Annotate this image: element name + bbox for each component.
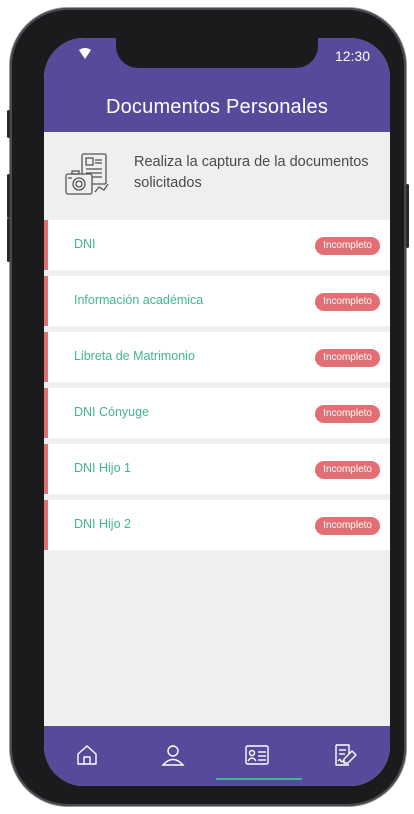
document-row-child2-dni[interactable]: DNI Hijo 2 Incompleto xyxy=(44,500,390,550)
user-icon xyxy=(161,745,185,766)
intro-text: Realiza la captura de la documentos soli… xyxy=(134,154,369,191)
notch xyxy=(116,38,318,68)
document-row-dni[interactable]: DNI Incompleto xyxy=(44,220,390,270)
status-badge: Incompleto xyxy=(315,405,380,423)
document-row-spouse-dni[interactable]: DNI Cónyuge Incompleto xyxy=(44,388,390,438)
signature-document-icon xyxy=(335,744,357,766)
page-title: Documentos Personales xyxy=(105,96,329,118)
intro-banner: Realiza la captura de la documentos soli… xyxy=(44,132,390,220)
volume-up-button xyxy=(7,174,10,218)
bottom-tab-bar xyxy=(44,726,390,786)
tab-sign[interactable] xyxy=(332,742,360,770)
id-camera-icon xyxy=(65,153,109,195)
mute-switch xyxy=(7,110,10,138)
tab-documents[interactable] xyxy=(244,742,272,770)
power-button xyxy=(406,184,409,248)
tab-profile[interactable] xyxy=(160,742,188,770)
status-badge: Incompleto xyxy=(315,517,380,535)
status-badge: Incompleto xyxy=(315,237,380,255)
document-label: DNI Hijo 2 xyxy=(74,517,131,531)
status-badge: Incompleto xyxy=(315,461,380,479)
document-label: DNI xyxy=(74,237,96,251)
id-card-icon xyxy=(245,745,269,765)
volume-down-button xyxy=(7,218,10,262)
documents-list: DNI Incompleto Información académica Inc… xyxy=(44,220,390,556)
document-label: Información académica xyxy=(74,293,204,307)
document-row-academic-info[interactable]: Información académica Incompleto xyxy=(44,276,390,326)
home-icon xyxy=(77,745,97,765)
active-tab-indicator xyxy=(216,778,302,780)
document-row-child1-dni[interactable]: DNI Hijo 1 Incompleto xyxy=(44,444,390,494)
tab-home[interactable] xyxy=(74,742,102,770)
document-label: DNI Cónyuge xyxy=(74,405,150,419)
document-label: DNI Hijo 1 xyxy=(74,461,131,475)
wifi-icon xyxy=(79,48,91,59)
document-row-marriage-book[interactable]: Libreta de Matrimonio Incompleto xyxy=(44,332,390,382)
status-badge: Incompleto xyxy=(315,293,380,311)
status-badge: Incompleto xyxy=(315,349,380,367)
phone-screen: 12:30 Documentos Personales Realiza la c… xyxy=(44,38,390,786)
status-time: 12:30 xyxy=(334,48,370,64)
document-label: Libreta de Matrimonio xyxy=(74,349,195,363)
